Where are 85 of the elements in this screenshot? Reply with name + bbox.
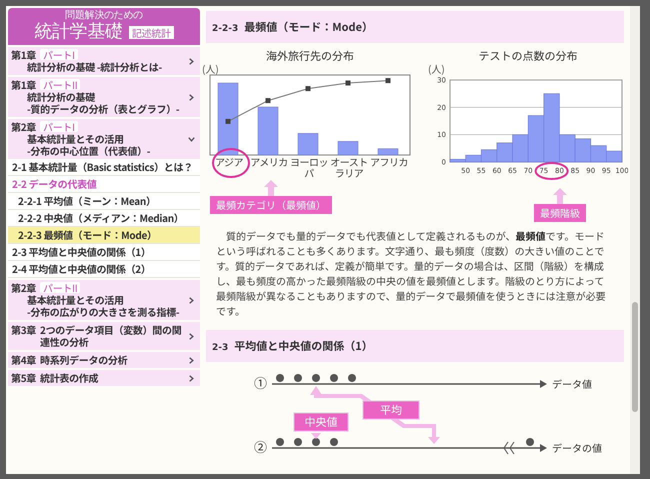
sidebar-item[interactable]: 2-3 平均値と中央値の関係（1） [8,244,200,261]
chevron-right-icon [187,332,196,340]
chapter-title: 統計分析の基礎 [27,91,96,103]
axis-label: データ値 [552,376,592,391]
sidebar-item[interactable]: 2-2 データの代表値 [8,176,200,193]
callout-label: 最頻階級 [534,204,586,222]
up-arrow-icon [264,180,278,196]
chapter-title: 統計表の作成 [40,372,100,384]
chart-bar [298,133,318,156]
data-dot [312,438,320,446]
chapter-item[interactable]: 第5章 統計表の作成 [8,370,200,386]
unit-label: (人) [202,63,219,74]
chevron-right-icon [187,56,196,66]
category-label: アフリカ [370,156,408,171]
callout-label: 平均 [362,400,420,420]
sidebar-item[interactable]: 2-1 基本統計量（Basic statistics）とは？ [8,159,200,176]
section-number: 2-3 [212,343,228,353]
chevron-down-icon [187,134,196,144]
chapter-item[interactable]: 第1章 パートI 統計分析の基礎 -統計分析とは- [8,47,200,75]
chapter-title: -質的データの分析（表とグラフ）- [26,103,180,115]
circled-number: ② [254,437,268,456]
brand-title: 統計学基礎 [34,22,123,42]
highlight-ring [534,162,569,180]
category-label: オーストラリア [330,156,368,178]
scrollbar-thumb[interactable] [632,302,638,412]
chart-bar [258,106,278,156]
axis-break-mark [503,442,514,454]
chapter-item[interactable]: 第1章 パートII 統計分析の基礎 -質的データの分析（表とグラフ）- [8,77,200,117]
part-badge: パートI [40,121,78,132]
chart-title: 海外旅行先の分布 [266,49,354,63]
chapter-title: -分布の中心位置（代表値）- [26,145,152,157]
part-badge: パートI [40,49,78,60]
circled-number: ① [254,373,268,392]
brand-tag: 記述統計 [128,26,174,38]
brand-subtitle: 問題解決のための [65,10,143,22]
section-number: 2-2-3 [212,24,238,34]
chapter-title: 基本統計量とその活用 [27,133,125,145]
section-title: 最頻値（モード：Mode） [244,19,374,35]
data-dot [312,374,320,382]
up-arrow-icon [553,188,567,204]
sidebar-item[interactable]: 2-2-1 平均値（ミーン：Mean） [8,193,200,210]
chapter-title: 基本統計量とその活用 [27,294,125,306]
axis-label: データの値 [552,440,602,455]
highlight-ring [212,148,250,178]
chapter-number: 第3章 [11,324,36,336]
data-dot [348,374,356,382]
chapter-number: 第2章 [11,121,36,133]
category-label: アメリカ [250,156,288,171]
data-dot [526,438,534,446]
chapter-number: 第4章 [11,354,36,366]
data-dot [294,438,302,446]
chapter-title: -分布の広がりの大きさを測る指標- [26,306,180,318]
chapter-number: 第1章 [11,79,36,91]
chapter-title: 時系列データの分析 [40,354,128,366]
chapter-number: 第5章 [11,372,36,384]
histogram-bar [574,138,592,162]
sidebar-item[interactable]: 2-2-2 中央値（メディアン：Median） [8,210,200,227]
data-dot [294,374,302,382]
chapter-title: 統計分析の基礎 -統計分析とは- [27,61,163,73]
chevron-right-icon [187,296,196,304]
body-paragraph: 質的データでも量的データでも代表値として定義されるものが、最頻値です。モードという呼ばれることも多くあります。文字通り、最も頻度（度数）の大きい値のことです。質的データであれば、定義が簡単です。量的データの場合は、区間（階級）を構成し、最も頻度の高かった最頻階級の中央の値を最頻値とします。階級のとり方によって最頻階級が異なることもありますので、量的データで最頻値を使うときには注意が必要です。 [215,228,607,318]
sidebar-item[interactable]: 2-2-3 最頻値（モード：Mode） [8,227,200,244]
chart-bar [378,148,398,156]
data-dot [330,374,338,382]
category-label: アジア [210,156,248,178]
chapter-title: 2つのデータ項目（変数）間の関連性の分析 [40,324,182,348]
chapter-item[interactable]: 第2章 パートII 基本統計量とその活用 -分布の広がりの大きさを測る指標- [8,280,200,320]
part-badge: パートII [40,79,80,90]
part-badge: パートII [40,282,80,293]
chapter-item[interactable]: 第2章 パートI 基本統計量とその活用 -分布の中心位置（代表値）- [8,119,200,159]
section-title: 平均値と中央値の関係（1） [234,338,373,354]
data-dot [276,438,284,446]
chapter-number: 第1章 [11,49,36,61]
chart-bar [338,141,358,156]
data-dot [276,374,284,382]
chapter-item[interactable]: 第4章 時系列データの分析 [8,352,200,368]
category-label: ヨーロッパ [290,156,328,178]
chevron-right-icon [187,92,196,102]
sidebar-item[interactable]: 2-4 平均値と中央値の関係（2） [8,261,200,278]
chart-title: テストの点数の分布 [478,49,578,63]
callout-label: 最頻カテゴリ（最頻値） [210,196,332,214]
callout-label: 中央値 [294,412,348,432]
unit-label: (人) [428,63,445,74]
data-dot [330,438,338,446]
chapter-number: 第2章 [11,282,36,294]
